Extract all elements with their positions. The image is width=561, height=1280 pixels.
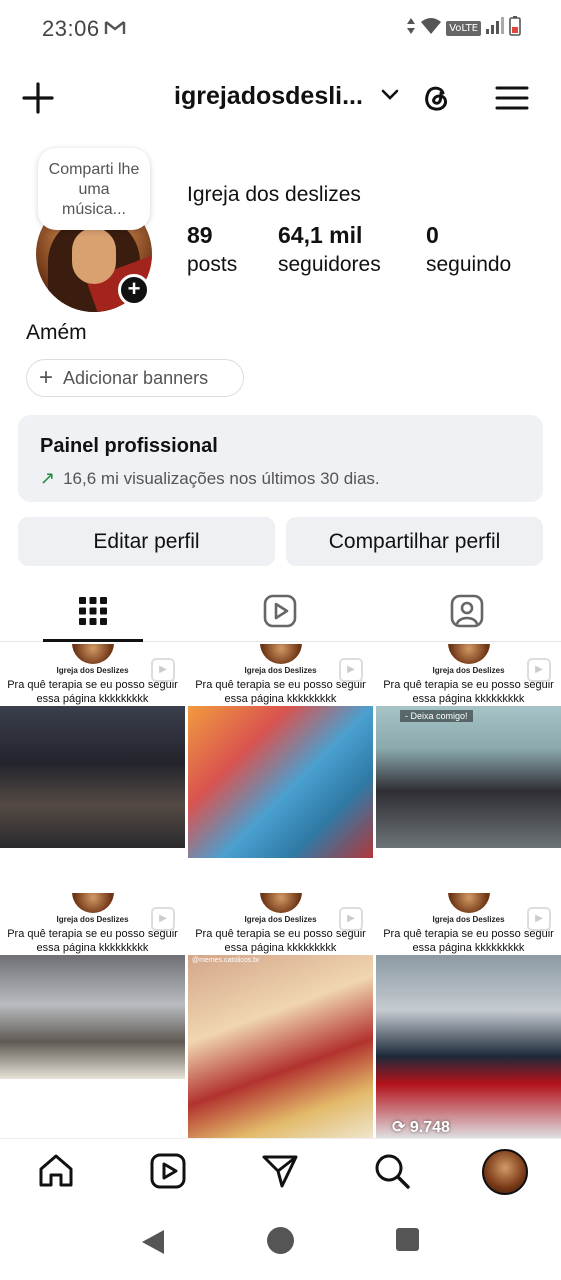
reel-badge-icon: ▶ bbox=[151, 907, 175, 931]
signal-icon bbox=[485, 17, 505, 40]
posts-grid: Igreja dos Deslizes Pra quê terapia se e… bbox=[0, 644, 561, 1138]
post-thumbnail[interactable]: Igreja dos Deslizes Pra quê terapia se e… bbox=[0, 644, 185, 890]
trending-up-icon: ↗ bbox=[40, 468, 56, 488]
profile-topbar: igrejadosdesli... bbox=[0, 72, 561, 124]
threads-button[interactable] bbox=[418, 80, 454, 116]
reel-badge-icon: ▶ bbox=[339, 658, 363, 682]
add-banners-button[interactable]: + Adicionar banners bbox=[26, 359, 244, 397]
stat-value: 64,1 mil bbox=[278, 222, 363, 248]
channel-logo bbox=[260, 644, 302, 664]
view-count-value: 9.748 bbox=[409, 1119, 450, 1136]
create-post-button[interactable] bbox=[20, 80, 56, 116]
chevron-down-icon bbox=[381, 88, 399, 106]
active-tab-indicator bbox=[43, 639, 143, 642]
profile-username: igrejadosdesli... bbox=[174, 82, 363, 110]
stat-label: seguidores bbox=[278, 253, 381, 276]
post-caption: Pra quê terapia se eu posso seguir essa … bbox=[7, 679, 178, 705]
post-caption: Pra quê terapia se eu posso seguir essa … bbox=[7, 928, 178, 954]
recent-apps-icon[interactable] bbox=[396, 1228, 419, 1251]
post-view-count: ⟳ 9.748 bbox=[392, 1117, 450, 1137]
post-thumbnail[interactable]: Igreja dos Deslizes Pra quê terapia se e… bbox=[0, 893, 185, 1138]
stat-value: 89 bbox=[187, 222, 213, 248]
reels-icon bbox=[150, 1153, 186, 1189]
send-icon bbox=[262, 1155, 298, 1188]
nav-profile-avatar[interactable] bbox=[482, 1149, 528, 1195]
post-photo bbox=[0, 955, 185, 1079]
menu-button[interactable] bbox=[494, 80, 530, 116]
data-transfer-icon bbox=[406, 17, 416, 40]
tagged-user-icon bbox=[450, 594, 484, 628]
grid-icon bbox=[79, 597, 107, 625]
post-overlay-text: - Deixa comigo! bbox=[400, 710, 473, 722]
post-photo bbox=[376, 706, 561, 848]
reel-badge-icon: ▶ bbox=[527, 907, 551, 931]
nav-reels[interactable] bbox=[148, 1151, 188, 1191]
professional-dashboard-title: Painel profissional bbox=[40, 435, 218, 457]
bottom-navigation bbox=[0, 1138, 561, 1204]
channel-logo bbox=[260, 893, 302, 913]
post-thumbnail[interactable]: Igreja dos Deslizes Pra quê terapia se e… bbox=[188, 893, 373, 1138]
tab-reels[interactable] bbox=[230, 580, 330, 642]
post-caption: Pra quê terapia se eu posso seguir essa … bbox=[383, 928, 554, 954]
system-navigation-bar bbox=[0, 1204, 561, 1280]
plus-icon: + bbox=[39, 364, 54, 391]
gmail-icon bbox=[104, 20, 126, 41]
status-icons: VoLTE bbox=[406, 16, 521, 41]
nav-search[interactable] bbox=[372, 1151, 412, 1191]
home-icon bbox=[39, 1154, 73, 1187]
status-time: 23:06 bbox=[42, 16, 100, 41]
profile-tabs bbox=[0, 580, 561, 642]
reel-badge-icon: ▶ bbox=[151, 658, 175, 682]
stat-following[interactable]: 0 seguindo bbox=[426, 222, 511, 277]
back-icon[interactable] bbox=[140, 1228, 166, 1261]
add-story-button[interactable]: + bbox=[118, 274, 150, 306]
edit-profile-button[interactable]: Editar perfil bbox=[18, 517, 275, 566]
nav-home[interactable] bbox=[36, 1151, 76, 1191]
reels-icon bbox=[263, 594, 297, 628]
stat-value: 0 bbox=[426, 222, 439, 248]
post-photo bbox=[188, 706, 373, 858]
tab-posts-grid[interactable] bbox=[43, 580, 143, 642]
nav-direct-messages[interactable] bbox=[260, 1151, 300, 1191]
post-caption: Pra quê terapia se eu posso seguir essa … bbox=[383, 679, 554, 705]
profile-bio: Amém bbox=[26, 321, 87, 344]
post-thumbnail[interactable]: Igreja dos Deslizes Pra quê terapia se e… bbox=[376, 644, 561, 890]
professional-dashboard[interactable]: Painel profissional ↗ 16,6 mi visualizaç… bbox=[18, 415, 543, 502]
hamburger-icon bbox=[495, 86, 529, 110]
battery-icon bbox=[509, 16, 521, 41]
reel-badge-icon: ▶ bbox=[339, 907, 363, 931]
threads-icon bbox=[425, 86, 447, 111]
stat-followers[interactable]: 64,1 mil seguidores bbox=[278, 222, 381, 277]
post-caption: Pra quê terapia se eu posso seguir essa … bbox=[195, 928, 366, 954]
post-thumbnail[interactable]: Igreja dos Deslizes Pra quê terapia se e… bbox=[376, 893, 561, 1138]
wifi-icon bbox=[420, 17, 442, 40]
channel-logo bbox=[448, 644, 490, 664]
share-profile-button[interactable]: Compartilhar perfil bbox=[286, 517, 543, 566]
post-photo bbox=[188, 955, 373, 1138]
home-circle-icon[interactable] bbox=[267, 1227, 294, 1254]
note-bubble[interactable]: Comparti lhe uma música... bbox=[38, 148, 150, 230]
status-bar: 23:06 VoLTE bbox=[0, 0, 561, 56]
stat-posts[interactable]: 89 posts bbox=[187, 222, 237, 277]
account-switcher[interactable]: igrejadosdesli... bbox=[174, 82, 399, 111]
stat-label: seguindo bbox=[426, 253, 512, 276]
post-photo bbox=[376, 955, 561, 1138]
add-banners-label: Adicionar banners bbox=[63, 367, 209, 388]
post-photo bbox=[0, 706, 185, 848]
channel-logo bbox=[448, 893, 490, 913]
channel-logo bbox=[72, 893, 114, 913]
post-overlay-text: @memes.catolicos.br bbox=[192, 957, 260, 964]
display-name: Igreja dos deslizes bbox=[187, 183, 361, 206]
post-thumbnail[interactable]: Igreja dos Deslizes Pra quê terapia se e… bbox=[188, 644, 373, 890]
reel-badge-icon: ▶ bbox=[527, 658, 551, 682]
search-icon bbox=[375, 1154, 410, 1189]
post-caption: Pra quê terapia se eu posso seguir essa … bbox=[195, 679, 366, 705]
professional-dashboard-subtitle: 16,6 mi visualizações nos últimos 30 dia… bbox=[63, 468, 380, 488]
tab-tagged[interactable] bbox=[417, 580, 517, 642]
note-text: Comparti lhe uma música... bbox=[48, 161, 140, 218]
volte-badge: VoLTE bbox=[446, 21, 481, 36]
play-count-icon: ⟳ bbox=[392, 1119, 410, 1136]
channel-logo bbox=[72, 644, 114, 664]
stat-label: posts bbox=[187, 253, 238, 276]
